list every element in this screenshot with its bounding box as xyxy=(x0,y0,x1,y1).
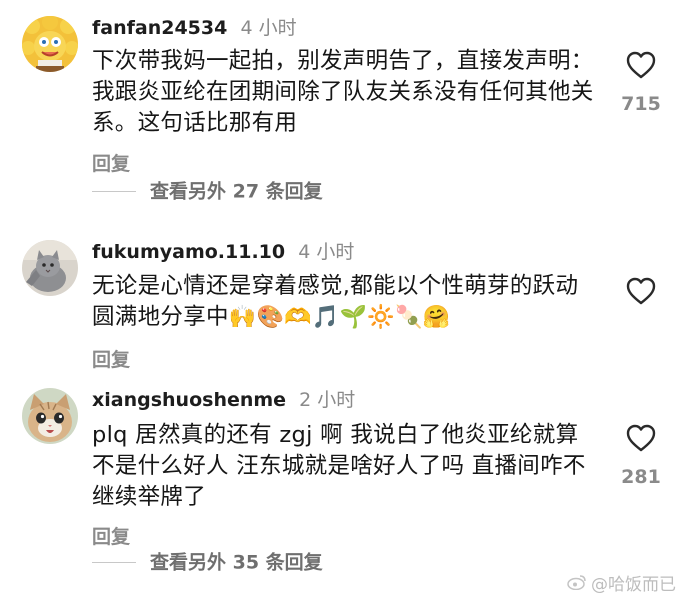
watermark: @哈饭而已 xyxy=(567,570,676,596)
watermark-text: @哈饭而已 xyxy=(591,574,676,595)
sponge-character-avatar-icon xyxy=(22,16,78,72)
emoji-sequence: 🙌🎨🫶🎵🌱🔆🍡🤗 xyxy=(228,305,451,330)
view-more-replies-label[interactable]: 查看另外 35 条回复 xyxy=(150,552,323,574)
gray-cat-avatar-icon xyxy=(22,240,78,296)
like-control xyxy=(620,277,662,305)
username[interactable]: fanfan24534 xyxy=(92,17,227,39)
username[interactable]: xiangshuoshenme xyxy=(92,389,286,411)
avatar[interactable] xyxy=(22,240,78,296)
kitten-avatar-icon xyxy=(22,388,78,444)
comment-item: fukumyamo.11.10 4 小时 无论是心情还是穿着感觉,都能以个性萌芽… xyxy=(0,225,690,375)
timestamp: 2 小时 xyxy=(299,389,356,411)
comment-item: xiangshuoshenme 2 小时 plq 居然真的还有 zgj 啊 我说… xyxy=(0,382,690,582)
comment-thread: { "comments": [ { "username": "fanfan245… xyxy=(0,0,690,603)
comment-text: plq 居然真的还有 zgj 啊 我说白了他炎亚纶就算不是什么好人 汪东城就是啥… xyxy=(92,422,586,510)
comment-meta: fukumyamo.11.10 4 小时 xyxy=(92,240,354,264)
reply-button[interactable]: 回复 xyxy=(92,522,130,549)
comment-item: fanfan24534 4 小时 下次带我妈一起拍，别发声明告了，直接发声明：我… xyxy=(0,0,690,210)
avatar[interactable] xyxy=(22,16,78,72)
comment-text: 无论是心情还是穿着感觉,都能以个性萌芽的跃动圆满地分享中🙌🎨🫶🎵🌱🔆🍡🤗 xyxy=(92,271,597,333)
view-more-replies[interactable]: 查看另外 35 条回复 xyxy=(92,549,323,575)
weibo-logo-icon xyxy=(567,574,587,595)
comment-text: 下次带我妈一起拍，别发声明告了，直接发声明：我跟炎亚纶在团期间除了队友关系没有任… xyxy=(92,48,594,136)
divider-line xyxy=(92,562,136,563)
like-count: 715 xyxy=(621,93,661,115)
heart-icon[interactable] xyxy=(626,51,656,79)
comment-meta: xiangshuoshenme 2 小时 xyxy=(92,388,355,412)
avatar[interactable] xyxy=(22,388,78,444)
view-more-replies-label[interactable]: 查看另外 27 条回复 xyxy=(150,181,323,203)
reply-button[interactable]: 回复 xyxy=(92,149,130,176)
heart-icon[interactable] xyxy=(626,277,656,305)
timestamp: 4 小时 xyxy=(240,17,297,39)
username[interactable]: fukumyamo.11.10 xyxy=(92,241,285,263)
comment-meta: fanfan24534 4 小时 xyxy=(92,16,297,40)
reply-button[interactable]: 回复 xyxy=(92,345,130,372)
view-more-replies[interactable]: 查看另外 27 条回复 xyxy=(92,178,323,204)
like-control: 281 xyxy=(620,424,662,488)
timestamp: 4 小时 xyxy=(298,241,355,263)
heart-icon[interactable] xyxy=(626,424,656,452)
like-count: 281 xyxy=(621,466,661,488)
divider-line xyxy=(92,191,136,192)
like-control: 715 xyxy=(620,51,662,115)
